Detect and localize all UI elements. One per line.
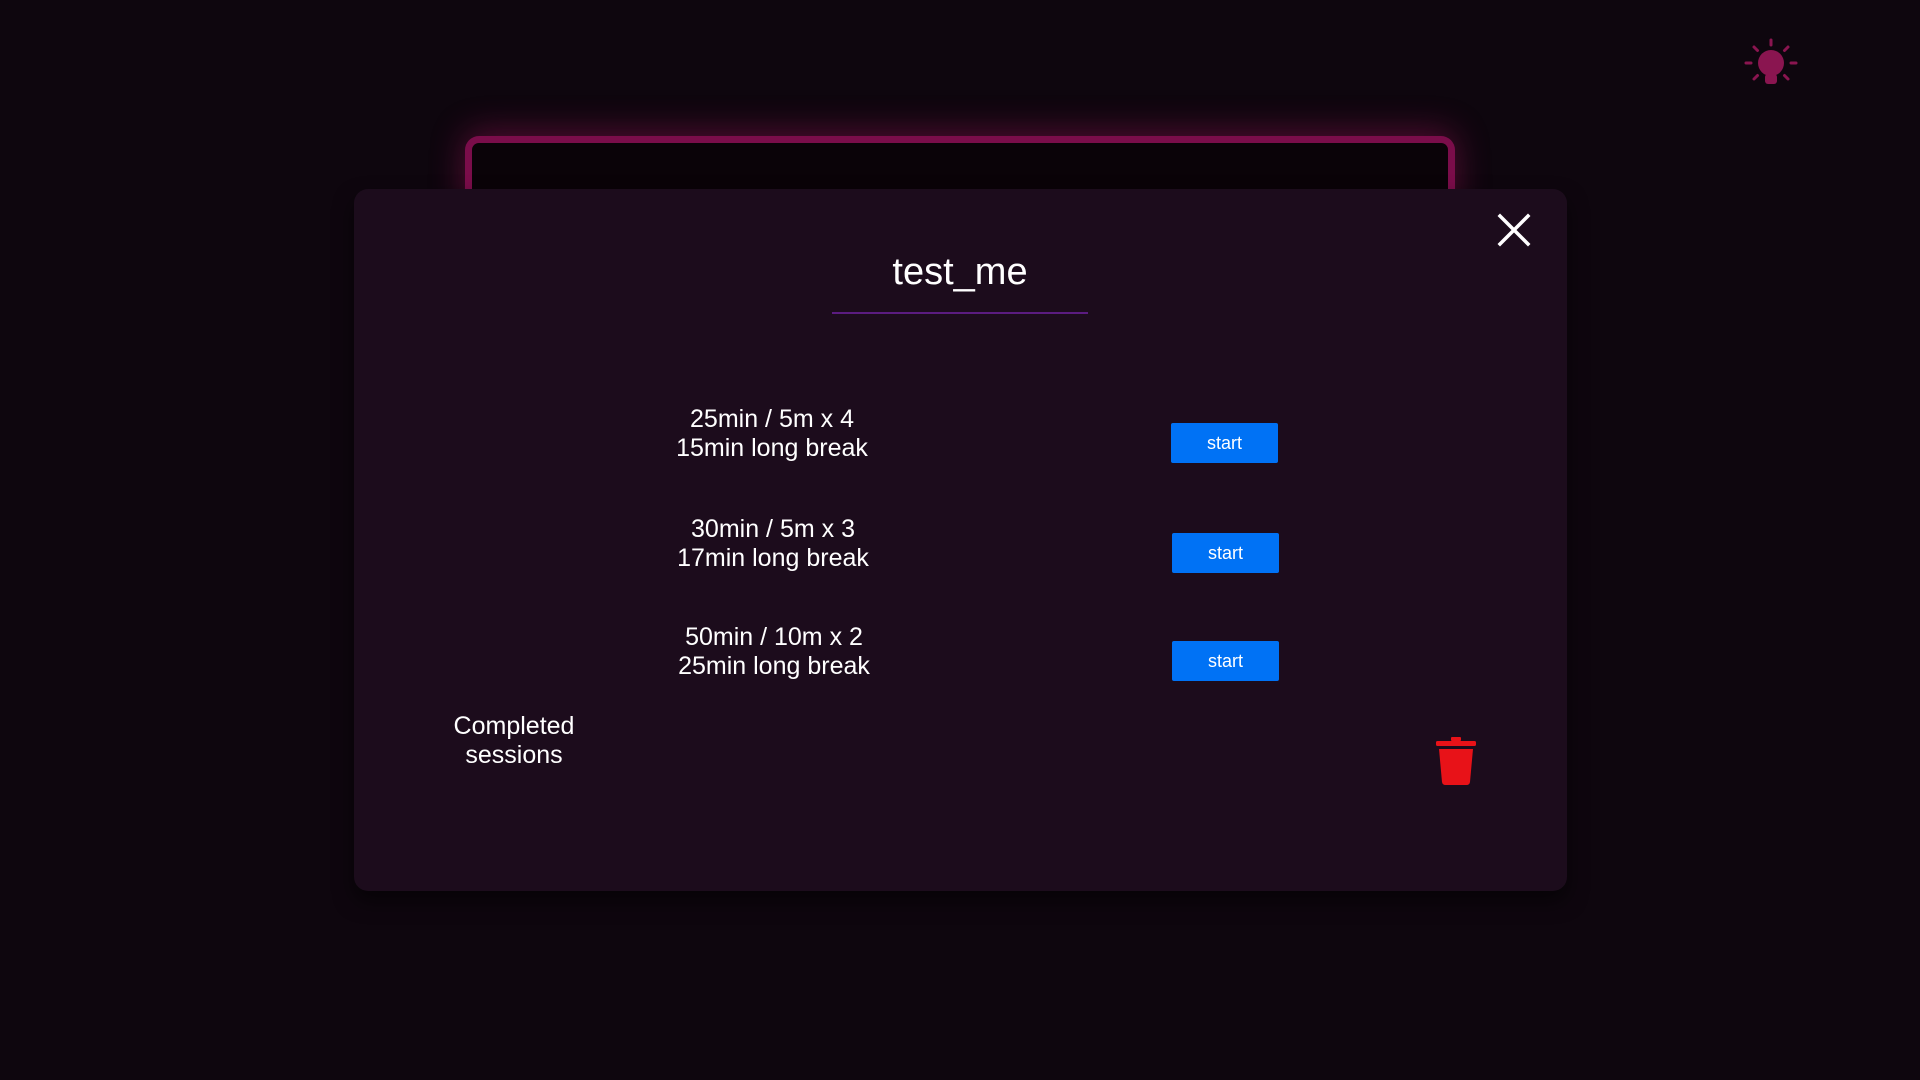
trash-icon[interactable]: [1434, 736, 1478, 786]
start-button[interactable]: start: [1172, 641, 1279, 681]
start-button[interactable]: start: [1172, 533, 1279, 573]
modal-title: test_me: [892, 251, 1028, 293]
preset-description: 30min / 5m x 3 17min long break: [613, 515, 933, 573]
completed-sessions-label: Completed sessions: [430, 712, 598, 770]
preset-timing: 50min / 10m x 2: [685, 623, 863, 651]
preset-timing: 30min / 5m x 3: [691, 515, 855, 543]
preset-long-break: 17min long break: [677, 544, 869, 572]
preset-long-break: 15min long break: [676, 434, 868, 462]
close-icon[interactable]: [1490, 206, 1538, 254]
preset-timing: 25min / 5m x 4: [690, 405, 854, 433]
preset-long-break: 25min long break: [678, 652, 870, 680]
preset-description: 50min / 10m x 2 25min long break: [614, 623, 934, 681]
start-button[interactable]: start: [1171, 423, 1278, 463]
completed-label-line2: sessions: [465, 741, 563, 769]
completed-label-line1: Completed: [453, 712, 575, 740]
lightbulb-icon[interactable]: [1740, 36, 1802, 98]
preset-description: 25min / 5m x 4 15min long break: [612, 405, 932, 463]
title-underline: [832, 312, 1088, 314]
